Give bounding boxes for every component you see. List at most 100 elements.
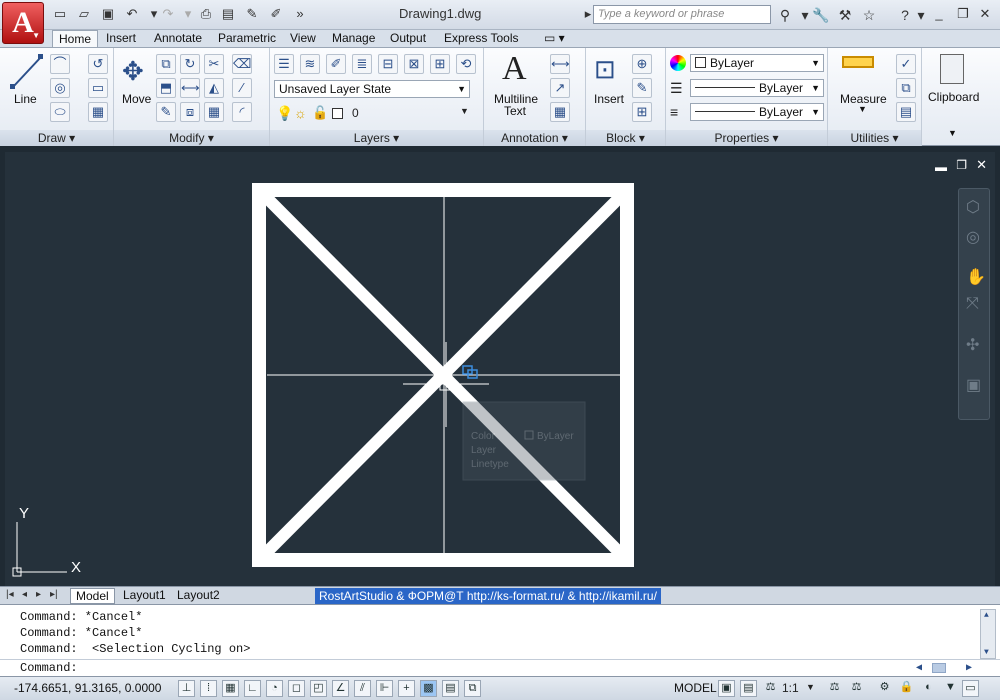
undo-icon[interactable]: ↶ [124,6,140,22]
clipboard-caret-icon[interactable]: ▼ [948,128,957,138]
properties-panel-title[interactable]: Properties ▾ [666,130,827,146]
hscroll-right-icon[interactable]: ▶ [966,662,972,674]
command-input[interactable]: Command: ◀ ▶ [0,659,1000,676]
insert-button[interactable]: Insert [594,92,624,106]
tab-annotate[interactable]: Annotate [148,30,208,47]
layout-tab-model[interactable]: Model [70,588,115,604]
tab-home[interactable]: Home [52,30,99,47]
move-button[interactable]: Move [122,92,151,106]
edit-block-icon[interactable]: ✎ [632,78,652,98]
first-layout-icon[interactable]: |◂ [6,589,14,600]
drawing-canvas[interactable]: Color ByLayer Layer Linetype Y X [5,152,995,586]
tab-parametric[interactable]: Parametric [212,30,282,47]
save-icon[interactable]: ▣ [100,6,116,22]
binoculars-icon[interactable]: ⚲ [776,6,794,24]
object-snap-icon[interactable]: ◻ [288,680,305,697]
model-space-toggle[interactable]: MODEL [674,681,717,695]
line-icon[interactable] [10,54,44,90]
fillet-brush-icon[interactable]: ✎ [156,102,176,122]
communication-center-icon[interactable]: ⚒ [836,6,854,24]
drawing-area[interactable]: Color ByLayer Layer Linetype Y X ▬ ❐ ✕ ⬡… [5,152,995,586]
layer-lock-icon[interactable]: ⊠ [404,54,424,74]
layout-tab-layout2[interactable]: Layout2 [172,588,225,604]
dynamic-input-icon[interactable]: ⊩ [376,680,393,697]
copy-icon[interactable]: ⧉ [156,54,176,74]
arc-icon[interactable]: ↺ [88,54,108,74]
leader-icon[interactable]: ↗ [550,78,570,98]
tab-view[interactable]: View [284,30,322,47]
annotation-scale-value[interactable]: 1:1 [782,681,799,695]
lineweight-dropdown[interactable]: ByLayer ▼ [690,103,824,121]
status-menu-icon[interactable]: ▼ [942,680,959,697]
polar-tracking-icon[interactable]: ◔ [266,680,283,697]
batch-plot-icon[interactable]: ✐ [268,6,284,22]
tab-manage[interactable]: Manage [326,30,381,47]
annotation-panel-title[interactable]: Annotation ▾ [484,130,585,146]
show-motion-icon[interactable]: ▣ [966,375,981,395]
lock-ui-icon[interactable]: 🔒 [898,680,915,697]
help-dropdown-icon[interactable]: ▾ [912,6,930,24]
coordinates-readout[interactable]: -174.6651, 91.3165, 0.0000 [14,681,161,695]
grid-display-icon[interactable]: ▦ [222,680,239,697]
layout-tab-layout1[interactable]: Layout1 [118,588,171,604]
utilities-panel-title[interactable]: Utilities ▾ [828,130,921,146]
application-menu-button[interactable]: A ▼ [2,2,44,44]
steering-wheel-icon[interactable]: ◎ [966,227,980,247]
selection-cycling-toggle-icon[interactable]: ⧉ [464,680,481,697]
transparency-icon[interactable]: ▩ [420,680,437,697]
rectangle-icon[interactable]: ▭ [88,78,108,98]
workspace-switching-gear-icon[interactable]: ⚙ [876,680,893,697]
viewport-close-button[interactable]: ✕ [976,157,987,173]
snap-mode-icon[interactable]: ⁞ [200,680,217,697]
more-commands-icon[interactable]: » [292,6,308,22]
scroll-up-icon[interactable]: ▲ [984,611,989,620]
view-cube-icon[interactable]: ⬡ [966,197,980,217]
layer-match-icon[interactable]: ⊞ [430,54,450,74]
restore-window-button[interactable]: ❐ [954,5,972,23]
mirror-axis-icon[interactable]: ◭ [204,78,224,98]
insert-block-icon[interactable]: ⊡ [594,54,616,85]
publish-icon[interactable]: ▤ [220,6,236,22]
clean-screen-icon[interactable]: ▭ [962,680,979,697]
clipboard-button[interactable]: Clipboard [928,90,979,104]
stretch-icon[interactable]: ⬒ [156,78,176,98]
color-dropdown[interactable]: ByLayer ▼ [690,54,824,72]
close-window-button[interactable]: ✕ [976,5,994,23]
layer-state-dropdown[interactable]: Unsaved Layer State ▼ [274,80,470,98]
redo-icon[interactable]: ↷ [160,6,176,22]
favorites-star-icon[interactable]: ☆ [860,6,878,24]
command-window[interactable]: Command: *Cancel* Command: *Cancel* Comm… [0,604,1000,676]
layer-freeze-icon[interactable]: ≣ [352,54,372,74]
circle-icon[interactable]: ◎ [50,78,70,98]
erase-icon[interactable]: ⌫ [232,54,252,74]
tab-express-tools[interactable]: Express Tools [438,30,524,47]
quick-properties-icon[interactable]: ▤ [442,680,459,697]
layer-states-icon[interactable]: ≋ [300,54,320,74]
match-properties-icon[interactable]: ✎ [244,6,260,22]
next-layout-icon[interactable]: ▸ [36,589,41,600]
layer-properties-icon[interactable]: ☰ [274,54,294,74]
open-icon[interactable]: ▱ [76,6,92,22]
layers-panel-title[interactable]: Layers ▾ [270,130,483,146]
scroll-down-icon[interactable]: ▼ [984,648,989,657]
prev-layout-icon[interactable]: ◂ [22,589,27,600]
polyline-icon[interactable]: ⌒ [50,54,70,74]
tab-output[interactable]: Output [384,30,432,47]
linetype-dropdown[interactable]: ByLayer ▼ [690,79,824,97]
table-icon[interactable]: ▦ [550,102,570,122]
move-icon[interactable]: ✥ [122,56,144,87]
search-input[interactable]: Type a keyword or phrase [593,5,771,24]
annotation-visibility-icon[interactable]: ⚖ [826,680,843,697]
hardware-acceleration-icon[interactable]: ◐ [920,680,937,697]
explode-icon[interactable]: ⁄ [232,78,252,98]
minimize-window-button[interactable]: _ [930,5,948,23]
create-block-icon[interactable]: ⊕ [632,54,652,74]
calculator-icon[interactable]: ▤ [896,102,916,122]
modify-panel-title[interactable]: Modify ▾ [114,130,269,146]
object-snap-tracking-icon[interactable]: ∠ [332,680,349,697]
annotation-scale-icon[interactable]: ⚖ [762,680,779,697]
trim-icon[interactable]: ✂ [204,54,224,74]
redo-dropdown-icon[interactable]: ▾ [180,6,196,22]
rotate-icon[interactable]: ↻ [180,54,200,74]
quick-view-drawings-icon[interactable]: ▤ [740,680,757,697]
